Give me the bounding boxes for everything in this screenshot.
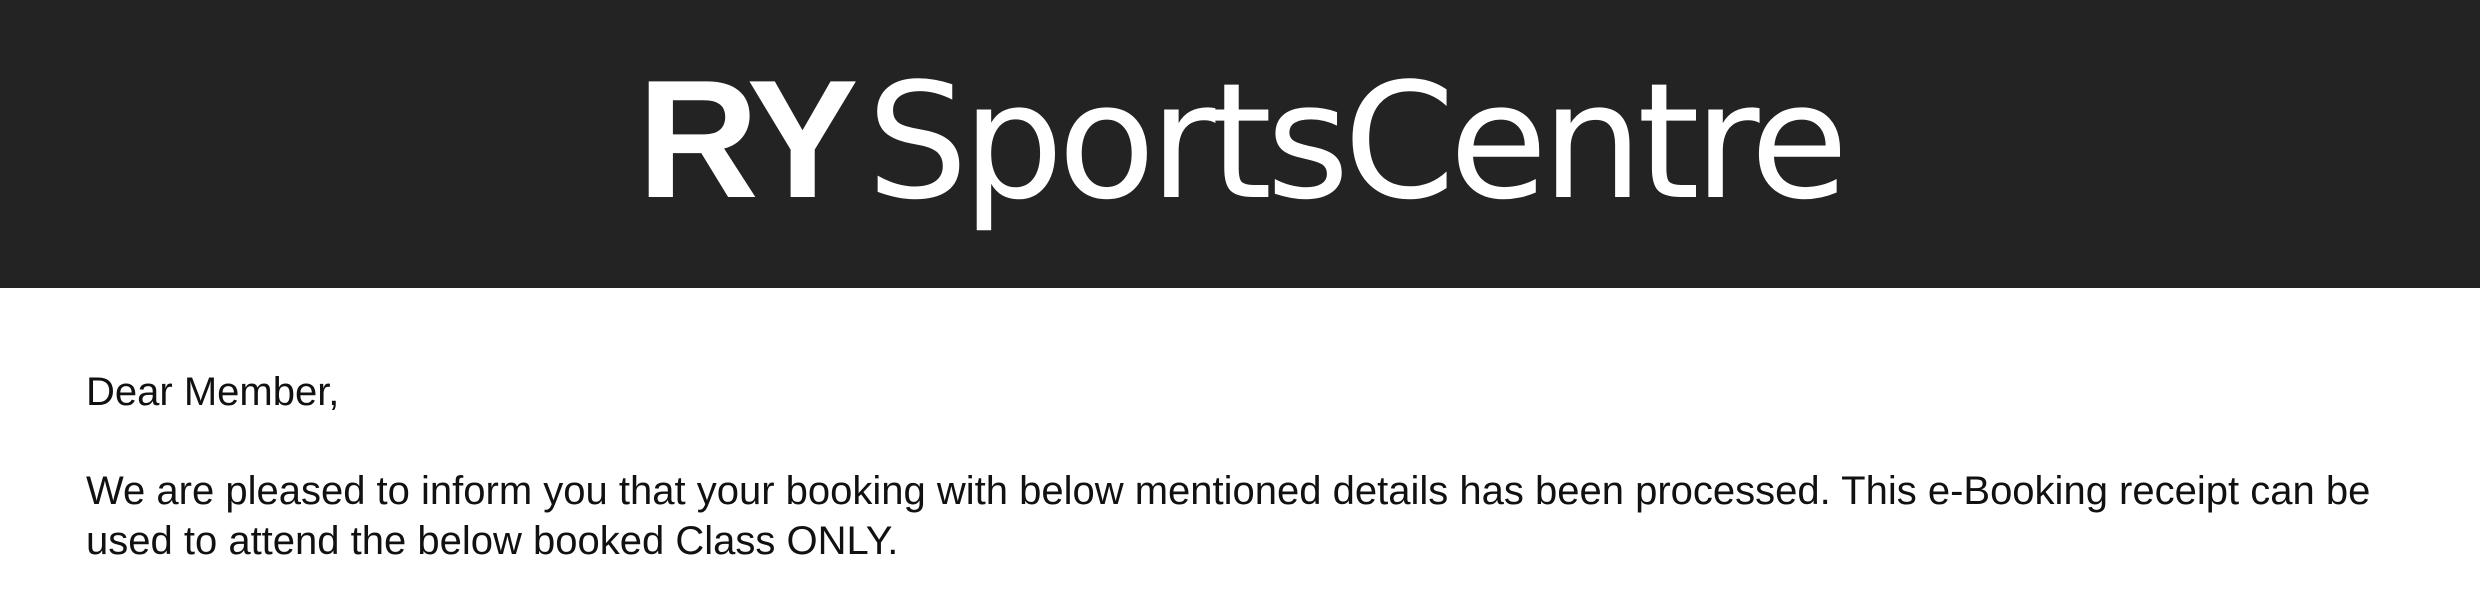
logo-bold-text: RY (637, 45, 858, 233)
brand-logo: RY SportsCentre (637, 45, 1849, 235)
greeting-text: Dear Member, (86, 370, 340, 414)
email-body: Dear Member, We are pleased to inform yo… (0, 288, 2396, 566)
email-header-banner: RY SportsCentre (0, 0, 2480, 288)
booking-confirmation-message: We are pleased to inform you that your b… (86, 469, 2371, 563)
logo-light-text: SportsCentre (866, 48, 1849, 235)
